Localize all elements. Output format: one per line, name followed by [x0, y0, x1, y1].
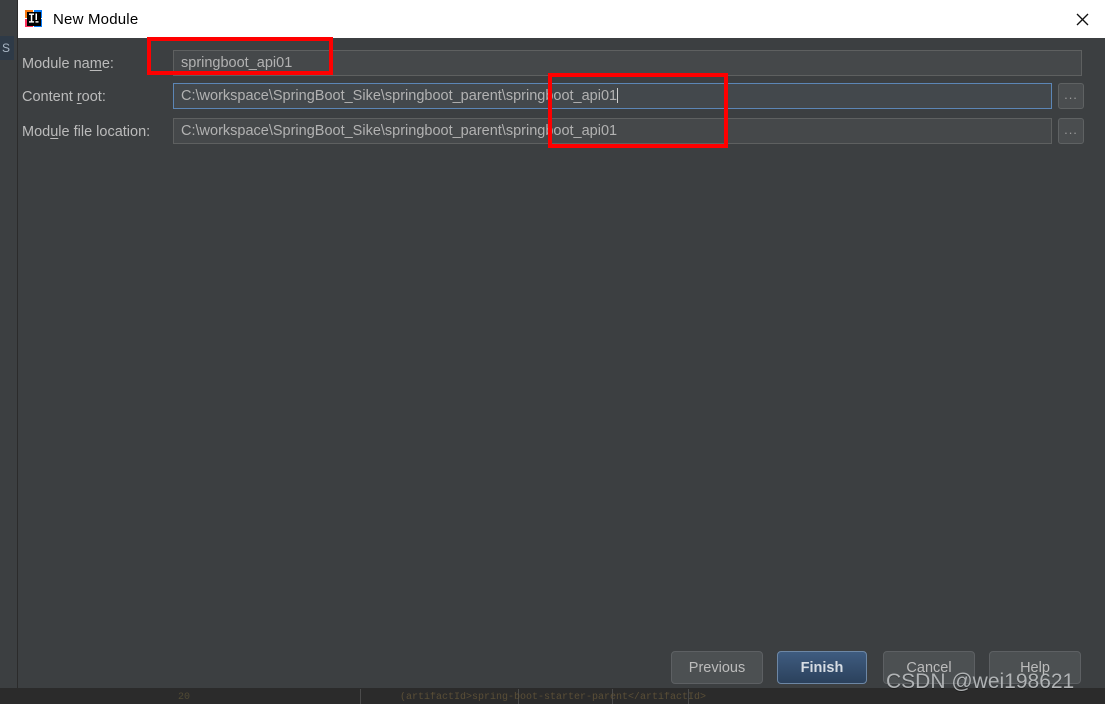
- ide-bottom-divider: [360, 688, 362, 704]
- module-name-value: springboot_api01: [181, 55, 293, 71]
- content-root-value: C:\workspace\SpringBoot_Sike\springboot_…: [181, 88, 618, 104]
- form-row-module-name: Module name: springboot_api01: [18, 50, 1105, 78]
- intellij-idea-logo-icon: [24, 9, 44, 29]
- form-row-module-file-location: Module file location: C:\workspace\Sprin…: [18, 118, 1105, 146]
- text-caret: [617, 88, 619, 103]
- csdn-watermark: CSDN @wei198621: [886, 670, 1075, 693]
- ide-line-number: 20: [178, 692, 191, 703]
- previous-button[interactable]: Previous: [671, 651, 763, 684]
- module-name-label: Module name:: [22, 56, 114, 72]
- module-file-location-browse-button[interactable]: ...: [1058, 118, 1084, 144]
- module-name-field[interactable]: springboot_api01: [173, 50, 1082, 76]
- dialog-titlebar: New Module: [18, 0, 1105, 38]
- screen: S 20 (artifactId>spring-boot-starter-par…: [0, 0, 1105, 704]
- module-file-location-field[interactable]: C:\workspace\SpringBoot_Sike\springboot_…: [173, 118, 1052, 144]
- finish-button[interactable]: Finish: [777, 651, 867, 684]
- dialog-title: New Module: [53, 10, 139, 28]
- module-file-location-label: Module file location:: [22, 124, 151, 140]
- form-row-content-root: Content root: C:\workspace\SpringBoot_Si…: [18, 83, 1105, 111]
- new-module-dialog: New Module Module name: springboot_api01: [18, 0, 1105, 688]
- content-root-field[interactable]: C:\workspace\SpringBoot_Sike\springboot_…: [173, 83, 1052, 109]
- content-root-browse-button[interactable]: ...: [1058, 83, 1084, 109]
- ide-left-strip: [0, 0, 18, 704]
- close-icon[interactable]: [1059, 0, 1105, 38]
- module-file-location-value: C:\workspace\SpringBoot_Sike\springboot_…: [181, 123, 618, 139]
- ide-side-tab[interactable]: S: [0, 36, 14, 60]
- content-root-label: Content root:: [22, 89, 106, 105]
